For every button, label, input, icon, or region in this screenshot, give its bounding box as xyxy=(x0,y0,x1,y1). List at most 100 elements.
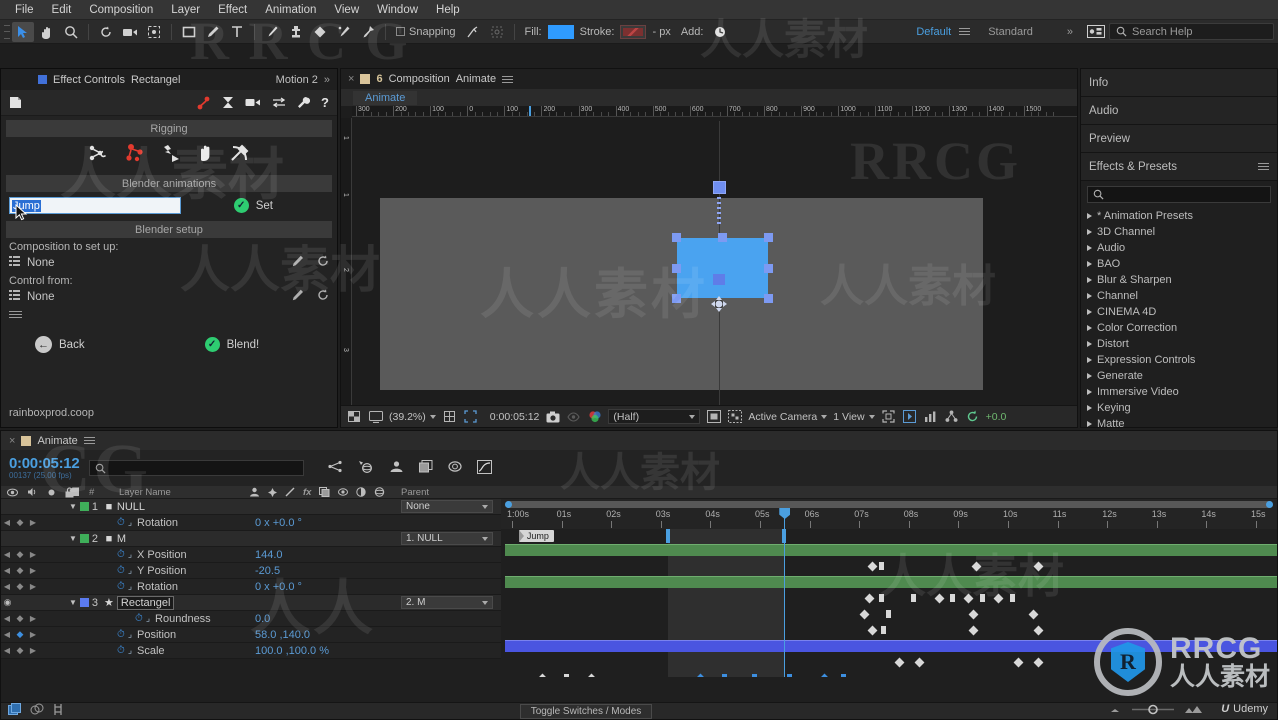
effects-category-item[interactable]: Color Correction xyxy=(1081,320,1277,336)
walk-cycle-icon[interactable] xyxy=(160,143,182,166)
audio-column-icon[interactable] xyxy=(27,487,38,497)
property-value[interactable]: 144.0 xyxy=(255,549,283,561)
timeline-close-icon[interactable]: × xyxy=(9,435,15,447)
layer-parent-select[interactable]: 2. M xyxy=(401,596,493,609)
grid-guides-icon[interactable] xyxy=(442,409,457,424)
timeline-zoom-slider[interactable] xyxy=(1130,704,1176,718)
blend-button[interactable]: ✓ Blend! xyxy=(204,337,259,352)
layer-parent-select[interactable]: None xyxy=(401,500,493,513)
layer-name[interactable]: NULL xyxy=(117,501,145,513)
keyframe-toggle[interactable]: ◆ xyxy=(13,581,27,592)
timeline-layer-row[interactable]: ▼ 2 ■ M 1. NULL xyxy=(1,531,501,547)
keyframe-marker[interactable] xyxy=(993,593,1004,603)
keyframe-marker[interactable] xyxy=(537,673,548,677)
layer-disclosure-triangle[interactable]: ▼ xyxy=(69,502,77,511)
clone-stamp-tool-icon[interactable] xyxy=(285,22,307,42)
next-keyframe-arrow[interactable]: ▶ xyxy=(27,518,39,527)
transform-box-icon[interactable] xyxy=(486,22,508,42)
effects-category-item[interactable]: Expression Controls xyxy=(1081,352,1277,368)
prev-keyframe-arrow[interactable]: ◀ xyxy=(1,550,13,559)
disclosure-triangle-icon[interactable] xyxy=(1087,357,1092,363)
current-time-display[interactable]: 0:00:05:12 xyxy=(490,411,540,423)
disclosure-triangle-icon[interactable] xyxy=(1087,341,1092,347)
graph-icon[interactable]: ⌟ xyxy=(128,645,132,656)
fast-previews-icon[interactable] xyxy=(902,409,917,424)
menu-item-help[interactable]: Help xyxy=(427,0,469,20)
snapping-toggle[interactable]: Snapping xyxy=(392,26,460,38)
handle-top-right[interactable] xyxy=(764,233,773,242)
timecode-block[interactable]: 0:00:05:12 00137 (25.00 fps) xyxy=(9,456,80,480)
prev-keyframe-arrow[interactable]: ◀ xyxy=(1,566,13,575)
camera-icon[interactable] xyxy=(245,97,261,108)
page-icon[interactable] xyxy=(9,96,22,109)
pixel-aspect-icon[interactable] xyxy=(881,409,896,424)
stopwatch-icon[interactable]: ⏱ xyxy=(117,645,125,656)
keyframe-toggle[interactable]: ◆ xyxy=(13,565,27,576)
info-panel-header[interactable]: Info xyxy=(1081,69,1277,97)
graph-editor-icon[interactable] xyxy=(477,459,493,477)
timeline-property-row[interactable]: ◀ ◆ ▶ ⏱ ⌟ Scale 100.0 ,100.0 % xyxy=(1,643,501,659)
renderer-icon[interactable] xyxy=(944,409,959,424)
work-area-start-handle[interactable] xyxy=(665,529,670,543)
keyframe-marker[interactable] xyxy=(980,594,986,602)
eye-column-icon[interactable] xyxy=(7,488,18,497)
prev-keyframe-arrow[interactable]: ◀ xyxy=(1,630,13,639)
effect-controls-tab-label[interactable]: Effect Controls xyxy=(53,74,125,86)
refresh-icon-2[interactable] xyxy=(317,289,329,304)
disclosure-triangle-icon[interactable] xyxy=(1087,277,1092,283)
selection-tool-icon[interactable] xyxy=(12,21,34,42)
composition-mini-flowchart-icon[interactable] xyxy=(328,460,343,476)
workspace-default[interactable]: Default xyxy=(910,26,957,38)
keyframe-marker[interactable] xyxy=(859,609,870,619)
workspace-menu-icon[interactable] xyxy=(959,26,971,37)
menu-item-view[interactable]: View xyxy=(325,0,368,20)
property-name[interactable]: Scale xyxy=(137,645,165,657)
effects-switch-icon[interactable]: fx xyxy=(303,487,311,498)
menu-item-layer[interactable]: Layer xyxy=(162,0,209,20)
hand-icon[interactable] xyxy=(196,143,215,166)
menu-item-window[interactable]: Window xyxy=(368,0,427,20)
keyframe-marker[interactable] xyxy=(864,593,875,603)
timeline-property-row[interactable]: ◀ ◆ ▶ ⏱ ⌟ Y Position -20.5 xyxy=(1,563,501,579)
keyframe-toggle[interactable]: ◆ xyxy=(13,613,27,624)
keyframe-marker[interactable] xyxy=(963,593,974,603)
edit-pencil-icon[interactable] xyxy=(292,255,304,270)
effects-search-input[interactable] xyxy=(1087,186,1271,203)
parent-null-handle[interactable] xyxy=(713,181,726,194)
collapse-transformations-icon[interactable] xyxy=(419,460,433,476)
layer-disclosure-triangle[interactable]: ▼ xyxy=(69,534,77,543)
swap-arrows-icon[interactable] xyxy=(272,97,286,108)
options-menu-icon[interactable] xyxy=(1,306,337,326)
back-button[interactable]: ← Back xyxy=(35,336,85,353)
timeline-property-row[interactable]: ◀ ◆ ▶ ⏱ ⌟ Position 58.0 ,140.0 xyxy=(1,627,501,643)
keyframe-marker[interactable] xyxy=(950,594,956,602)
add-circle-icon[interactable] xyxy=(709,22,731,42)
rotation-tool-icon[interactable] xyxy=(95,22,117,42)
edit-pencil-icon-2[interactable] xyxy=(292,289,304,304)
lock-icon[interactable]: ‎6 xyxy=(376,73,382,85)
effects-category-item[interactable]: Generate xyxy=(1081,368,1277,384)
layer-duration-bar[interactable] xyxy=(505,544,1277,556)
type-tool-icon[interactable] xyxy=(226,22,248,42)
disclosure-triangle-icon[interactable] xyxy=(1087,405,1092,411)
view-layout-select[interactable]: 1 View xyxy=(833,411,875,423)
next-keyframe-arrow[interactable]: ▶ xyxy=(27,614,39,623)
effects-category-item[interactable]: Audio xyxy=(1081,240,1277,256)
property-value[interactable]: 100.0 ,100.0 % xyxy=(255,645,329,657)
layer-name[interactable]: Rectangel xyxy=(116,595,175,610)
layer-label-color[interactable] xyxy=(79,534,89,543)
stopwatch-icon[interactable]: ⏱ xyxy=(117,517,125,528)
timeline-zoom-navbar[interactable] xyxy=(505,501,1273,508)
effects-category-item[interactable]: * Animation Presets xyxy=(1081,208,1277,224)
motion-blur-foot-icon[interactable] xyxy=(30,703,44,719)
disclosure-triangle-icon[interactable] xyxy=(1087,309,1092,315)
puppet-pin-tool-icon[interactable] xyxy=(357,22,379,42)
keyframe-marker[interactable] xyxy=(910,594,916,602)
next-keyframe-arrow[interactable]: ▶ xyxy=(27,582,39,591)
prev-keyframe-arrow[interactable]: ◀ xyxy=(1,646,13,655)
animation-name-input[interactable]: Jump xyxy=(9,197,181,214)
resolution-select[interactable]: (Half) xyxy=(608,409,701,424)
layer-name[interactable]: M xyxy=(117,533,126,545)
prev-keyframe-arrow[interactable]: ◀ xyxy=(1,614,13,623)
camera-select[interactable]: Active Camera xyxy=(748,411,828,423)
